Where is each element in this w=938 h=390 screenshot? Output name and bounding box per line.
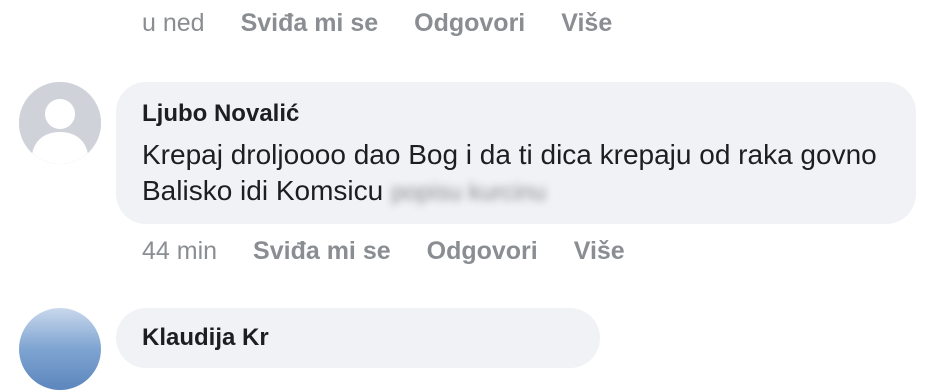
comment-author[interactable]: Ljubo Novalić <box>142 100 299 128</box>
like-button[interactable]: Sviđa mi se <box>253 237 391 266</box>
previous-comment-actions: u ned Sviđa mi se Odgovori Više <box>142 6 648 40</box>
comment-bubble: Klaudija Kr <box>116 308 600 368</box>
avatar[interactable] <box>19 308 101 390</box>
avatar[interactable] <box>19 82 101 164</box>
reply-button[interactable]: Odgovori <box>414 9 525 38</box>
default-profile-icon <box>19 82 101 164</box>
comment-author[interactable]: Klaudija Kr <box>142 324 269 352</box>
like-button[interactable]: Sviđa mi se <box>241 9 379 38</box>
comment-text: Krepaj droljoooo dao Bog i da ti dica kr… <box>142 137 902 211</box>
comment-actions: 44 min Sviđa mi se Odgovori Više <box>142 234 661 268</box>
comment-timestamp[interactable]: u ned <box>142 9 205 38</box>
reply-button[interactable]: Odgovori <box>427 237 538 266</box>
more-button[interactable]: Više <box>561 9 612 38</box>
blurred-text: popisu kurcinu <box>391 178 546 206</box>
more-button[interactable]: Više <box>574 237 625 266</box>
comment-bubble: Ljubo Novalić Krepaj droljoooo dao Bog i… <box>116 82 916 224</box>
comment-timestamp[interactable]: 44 min <box>142 237 217 266</box>
